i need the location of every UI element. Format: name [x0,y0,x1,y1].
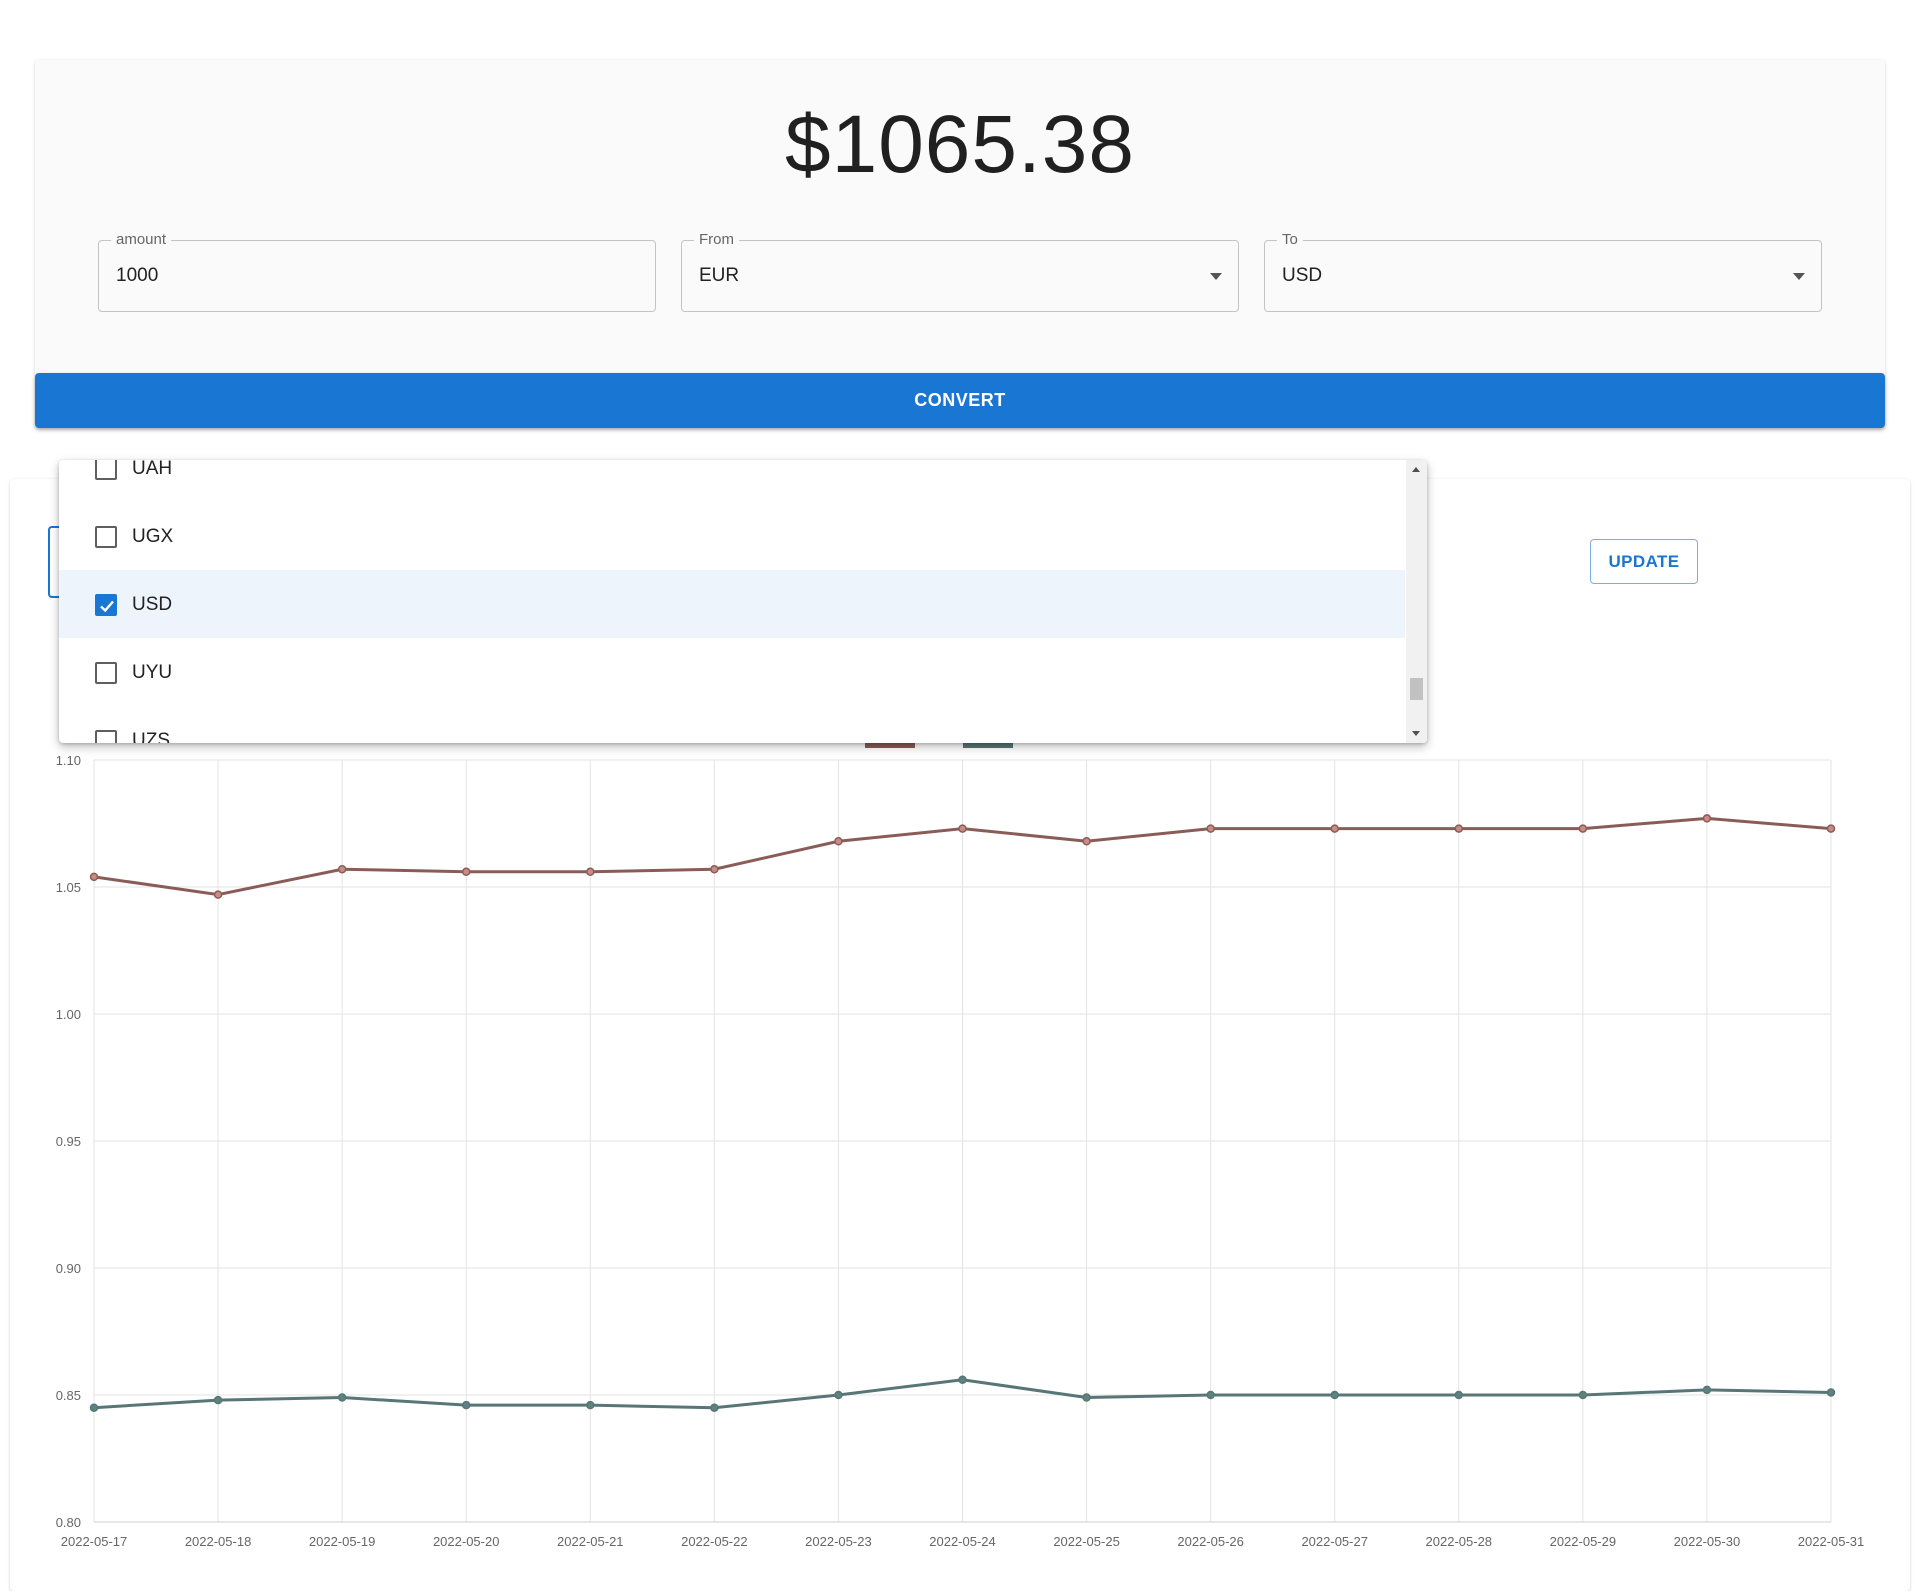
data-point-usd [213,890,223,899]
x-tick-label: 2022-05-18 [185,1534,252,1549]
currency-option-label: USD [132,594,173,615]
data-point-usd [337,864,347,874]
y-tick-label: 0.85 [56,1388,81,1403]
data-point-usd [1702,814,1712,823]
data-point-gbp [1206,1390,1215,1400]
y-axis-ticks: 0.80 0.85 0.90 0.95 1.00 1.05 1.10 [56,753,81,1530]
data-point-gbp [89,1403,99,1412]
data-point-gbp [1082,1393,1091,1402]
data-point-usd [1826,824,1836,833]
currency-option-ugx[interactable]: UGX [59,502,1405,570]
currency-option-uyu[interactable]: UYU [59,638,1405,706]
currency-option-uzs[interactable]: UZS [59,706,1405,743]
data-point-usd [710,864,719,874]
data-point-gbp [958,1375,967,1385]
data-point-usd [1082,837,1091,846]
x-tick-label: 2022-05-27 [1301,1534,1368,1549]
x-tick-label: 2022-05-28 [1426,1534,1493,1549]
data-point-usd [1578,824,1588,833]
data-point-usd [834,837,843,846]
currency-option-label: UAH [132,460,173,479]
data-point-gbp [1702,1385,1712,1395]
data-point-usd [89,872,99,882]
x-tick-label: 2022-05-20 [433,1534,500,1549]
checkbox[interactable] [95,460,117,480]
currency-option-label: UZS [132,730,170,743]
currency-option-list: UAH UGX USD UYU UZS [59,460,1405,743]
checkbox[interactable] [95,526,117,548]
currency-option-usd[interactable]: USD [59,570,1405,638]
x-tick-label: 2022-05-17 [61,1534,128,1549]
x-tick-label: 2022-05-29 [1550,1534,1617,1549]
x-tick-label: 2022-05-22 [681,1534,748,1549]
data-point-usd [1330,824,1339,833]
checkbox-checked[interactable] [95,594,117,616]
x-tick-label: 2022-05-31 [1798,1534,1865,1549]
currency-option-label: UYU [132,662,173,683]
exchange-rate-chart: 0.800.850.900.951.001.051.10 2022-05-17 2… [56,753,1865,1549]
x-tick-label: 2022-05-25 [1053,1534,1120,1549]
x-tick-label: 2022-05-19 [309,1534,376,1549]
y-tick-label: 1.05 [56,880,81,895]
y-tick-label: 0.90 [56,1261,81,1276]
x-tick-label: 2022-05-21 [557,1534,624,1549]
data-point-gbp [1578,1390,1588,1400]
x-tick-label: 2022-05-24 [929,1534,996,1549]
x-tick-label: 2022-05-30 [1674,1534,1741,1549]
checkmark-icon [100,600,114,613]
currency-option-label: UGX [132,526,174,547]
currency-option-uah[interactable]: UAH [59,460,1405,502]
scroll-down-icon[interactable] [1412,731,1420,736]
scrollbar-thumb[interactable] [1410,678,1423,700]
checkbox[interactable] [95,730,117,743]
currency-dropdown-menu[interactable]: UAH UGX USD UYU UZS [59,460,1427,743]
chart-grid [93,759,1832,1523]
y-tick-label: 1.00 [56,1007,81,1022]
data-point-gbp [1330,1390,1339,1400]
data-point-usd [586,867,595,877]
dropdown-scrollbar[interactable] [1406,460,1427,743]
scroll-up-icon[interactable] [1412,467,1420,472]
checkbox[interactable] [95,662,117,684]
data-point-gbp [586,1400,595,1410]
data-point-gbp [710,1403,719,1412]
data-point-gbp [337,1393,347,1402]
data-point-gbp [461,1400,471,1410]
data-point-usd [1454,824,1464,833]
data-point-gbp [834,1390,843,1400]
y-tick-label: 1.10 [56,753,81,768]
x-axis-ticks: 2022-05-17 2022-05-18 2022-05-19 2022-05-20… [61,1534,1865,1549]
data-point-usd [461,867,471,877]
x-tick-label: 2022-05-26 [1177,1534,1244,1549]
y-tick-label: 0.80 [56,1515,81,1530]
data-point-gbp [1454,1390,1464,1400]
data-point-gbp [213,1395,223,1405]
data-point-usd [958,824,967,833]
y-tick-label: 0.95 [56,1134,81,1149]
data-point-usd [1206,824,1215,833]
data-point-gbp [1826,1388,1836,1397]
x-tick-label: 2022-05-23 [805,1534,872,1549]
